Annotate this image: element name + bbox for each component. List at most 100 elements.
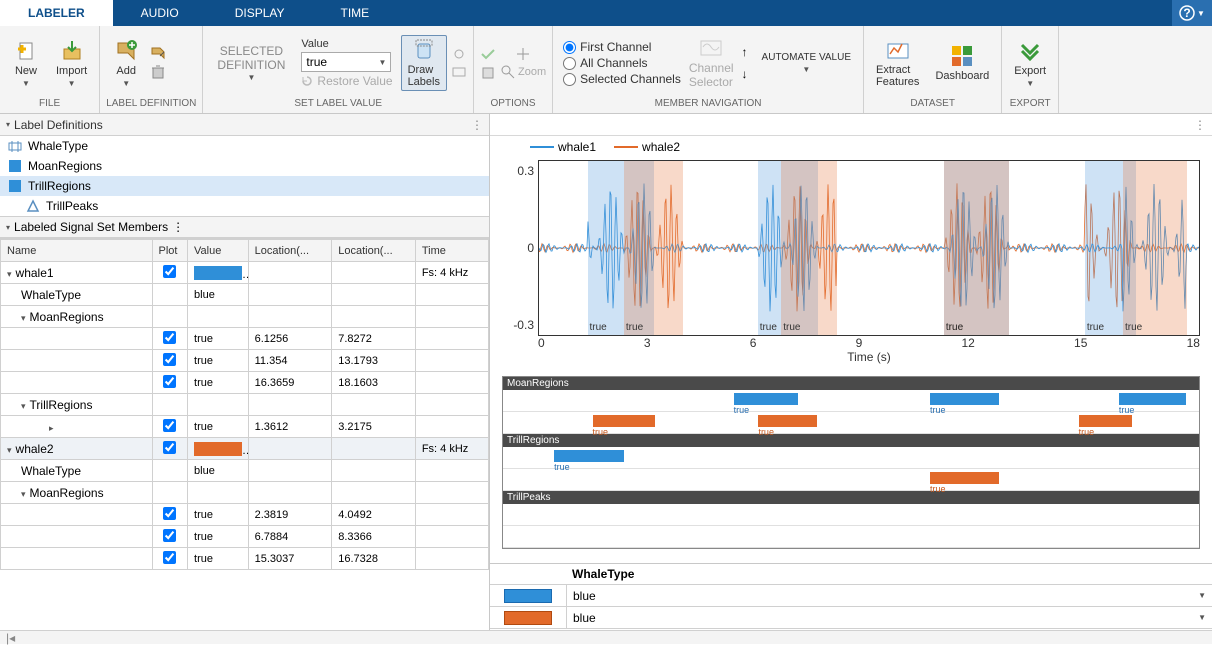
edit-definition-icon[interactable] [150,46,166,62]
track-region[interactable] [593,415,656,427]
draw-labels-button[interactable]: Draw Labels [401,35,447,91]
track-region[interactable] [554,450,624,462]
more-icon[interactable]: ⋮ [172,220,184,234]
labeled-members-header[interactable]: ▾Labeled Signal Set Members⋮ [0,216,489,238]
label-point-icon[interactable] [451,46,467,62]
track-label: true [930,484,946,494]
table-row[interactable]: whale2Fs: 4 kHz [1,438,489,460]
add-definition-button[interactable]: Add▼ [106,37,146,90]
track-label: true [758,427,774,437]
new-button[interactable]: New▼ [6,37,46,90]
tab-display[interactable]: DISPLAY [207,0,313,26]
status-bar: |◂ [0,630,1212,644]
table-row[interactable]: WhaleTypeblue [1,284,489,306]
table-row[interactable]: TrillRegions [1,394,489,416]
region-orange[interactable]: true [781,161,836,335]
track-region[interactable] [734,393,798,405]
plot-checkbox[interactable] [163,265,176,278]
nav-up-icon[interactable]: ↑ [742,45,748,59]
label-def-trillregions[interactable]: TrillRegions [0,176,489,196]
plot-checkbox[interactable] [163,375,176,388]
def-icon [8,159,22,173]
options-group-label: OPTIONS [480,98,546,111]
delete-definition-icon[interactable] [150,64,166,80]
add-label-icon [114,39,138,63]
automate-value-button[interactable]: AUTOMATE VALUE▼ [756,50,857,76]
table-row[interactable]: MoanRegions [1,306,489,328]
tab-time[interactable]: TIME [313,0,398,26]
table-row[interactable]: true11.35413.1793 [1,350,489,372]
table-row[interactable]: WhaleTypeblue [1,460,489,482]
app-tabbar: LABELER AUDIO DISPLAY TIME ? ▼ [0,0,1212,26]
zoom-icon[interactable] [500,64,516,80]
region-orange[interactable]: true [1123,161,1187,335]
more-icon[interactable]: ⋮ [471,118,483,132]
extract-features-button[interactable]: Extract Features [870,36,925,90]
table-row[interactable]: true2.38194.0492 [1,504,489,526]
pan-icon[interactable] [515,46,531,62]
label-tracks[interactable]: MoanRegions truetruetrue truetruetrue Tr… [502,376,1200,549]
extract-icon [886,38,910,62]
whaletype-row[interactable]: blue▼ [490,585,1212,607]
track-region[interactable] [758,415,816,427]
table-row[interactable]: true6.12567.8272 [1,328,489,350]
tab-audio[interactable]: AUDIO [113,0,207,26]
table-row[interactable]: MoanRegions [1,482,489,504]
first-channel-radio[interactable]: First Channel [563,40,681,54]
chevron-down-icon: ▼ [1197,9,1205,18]
label-def-trillpeaks[interactable]: TrillPeaks [0,196,489,216]
accept-icon[interactable] [480,46,496,62]
nav-down-icon[interactable]: ↓ [742,67,748,81]
table-row[interactable]: true1.36123.2175 [1,416,489,438]
col-plot[interactable]: Plot [152,240,188,262]
region-orange[interactable]: true [944,161,1009,335]
col-value[interactable]: Value [188,240,249,262]
label-definitions-header[interactable]: ▾Label Definitions⋮ [0,114,489,136]
label-def-whaletype[interactable]: WhaleType [0,136,489,156]
region-orange[interactable]: true [624,161,684,335]
plot-checkbox[interactable] [163,551,176,564]
col-time[interactable]: Time [415,240,488,262]
all-channels-radio[interactable]: All Channels [563,56,681,70]
col-name[interactable]: Name [1,240,153,262]
plot-checkbox[interactable] [163,441,176,454]
plot-more-icon[interactable]: ⋮ [1194,118,1206,132]
plot-checkbox[interactable] [163,331,176,344]
signal-plot[interactable]: 0.30-0.3 truetruetruetruetruetruetruetru… [502,160,1200,360]
track-region[interactable] [930,393,999,405]
plot-checkbox[interactable] [163,353,176,366]
value-input[interactable]: true▼ [301,52,391,72]
col-locmin[interactable]: Location(... [248,240,332,262]
track-region[interactable] [930,472,999,484]
def-icon [8,179,22,193]
label-def-moanregions[interactable]: MoanRegions [0,156,489,176]
plot-checkbox[interactable] [163,529,176,542]
restore-value-button[interactable]: Restore Value [301,74,392,88]
help-button[interactable]: ? ▼ [1172,0,1212,26]
track-region[interactable] [1079,415,1133,427]
dataset-group-label: DATASET [870,98,995,111]
whaletype-row[interactable]: blue▼ [490,607,1212,629]
dashboard-button[interactable]: Dashboard [929,42,995,84]
tab-labeler[interactable]: LABELER [0,0,113,26]
export-button[interactable]: Export▼ [1008,37,1052,90]
export-icon [1018,39,1042,63]
table-row[interactable]: true16.365918.1603 [1,372,489,394]
table-row[interactable]: true6.78848.3366 [1,526,489,548]
track-label: true [593,427,609,437]
value-label: Value [301,38,392,50]
labeldef-group-label: LABEL DEFINITION [106,98,196,111]
delete-label-icon[interactable] [480,64,496,80]
table-row[interactable]: whale1Fs: 4 kHz [1,262,489,284]
import-button[interactable]: Import▼ [50,37,93,90]
label-region-icon[interactable] [451,64,467,80]
table-row[interactable]: true15.303716.7328 [1,548,489,570]
plot-checkbox[interactable] [163,419,176,432]
collapse-icon[interactable]: |◂ [6,631,15,645]
new-icon [14,39,38,63]
track-region[interactable] [1119,393,1186,405]
selected-channels-radio[interactable]: Selected Channels [563,72,681,86]
plot-checkbox[interactable] [163,507,176,520]
col-locmax[interactable]: Location(... [332,240,416,262]
selected-definition-label: SELECTEDDEFINITION▼ [209,44,293,82]
